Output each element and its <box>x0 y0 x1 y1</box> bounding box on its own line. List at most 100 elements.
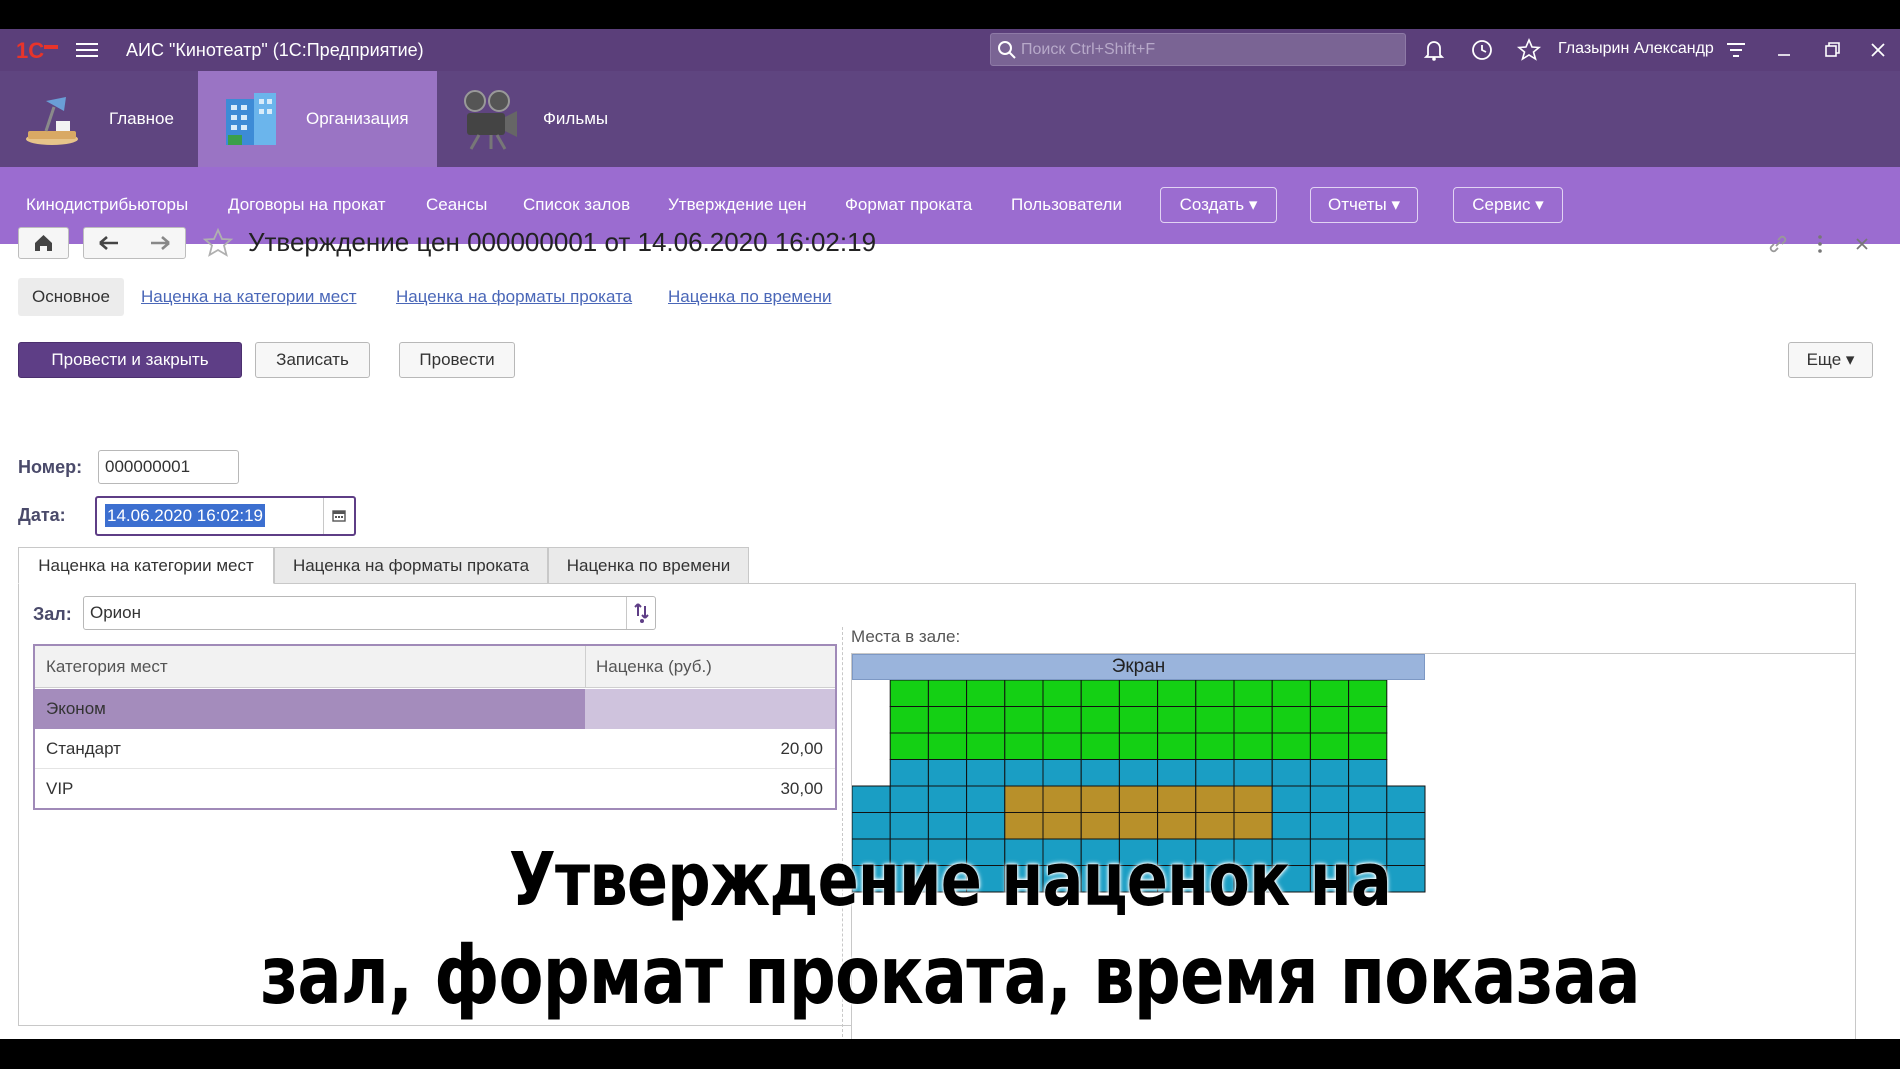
column-header-markup[interactable]: Наценка (руб.) <box>596 657 712 677</box>
seat[interactable] <box>1118 732 1159 760</box>
seat[interactable] <box>1080 706 1120 734</box>
seat[interactable] <box>1004 732 1044 760</box>
section-main[interactable]: Главное <box>0 71 198 167</box>
number-field[interactable]: 000000001 <box>98 450 239 484</box>
seat[interactable] <box>1195 706 1235 734</box>
seat[interactable] <box>1004 812 1044 840</box>
seat[interactable] <box>1195 812 1235 840</box>
post-and-close-button[interactable]: Провести и закрыть <box>18 342 242 378</box>
search-box[interactable] <box>990 33 1406 66</box>
seat[interactable] <box>1042 732 1082 760</box>
seat[interactable] <box>1195 759 1235 787</box>
seat[interactable] <box>1080 759 1120 787</box>
more-actions-button[interactable]: Еще ▾ <box>1788 342 1873 378</box>
tab-main[interactable]: Основное <box>18 278 124 316</box>
seat[interactable] <box>889 785 929 813</box>
seat[interactable] <box>1195 785 1235 813</box>
seat[interactable] <box>1080 680 1120 707</box>
seat[interactable] <box>966 680 1006 707</box>
nav-distributors[interactable]: Кинодистрибьюторы <box>26 195 188 215</box>
seat[interactable] <box>1157 812 1197 840</box>
seat[interactable] <box>1233 732 1273 760</box>
home-button[interactable] <box>18 227 69 259</box>
create-menu-button[interactable]: Создать ▾ <box>1160 187 1277 223</box>
seat[interactable] <box>1004 706 1044 734</box>
seat[interactable] <box>1271 706 1311 734</box>
menu-icon[interactable] <box>76 40 98 60</box>
seat[interactable] <box>1118 706 1159 734</box>
reports-menu-button[interactable]: Отчеты ▾ <box>1310 187 1418 223</box>
nav-halls-list[interactable]: Список залов <box>523 195 630 215</box>
seat[interactable] <box>1233 785 1273 813</box>
service-menu-button[interactable]: Сервис ▾ <box>1453 187 1563 223</box>
nav-rental-format[interactable]: Формат проката <box>845 195 972 215</box>
more-vertical-icon[interactable] <box>1808 232 1832 256</box>
seat[interactable] <box>1042 680 1082 707</box>
seat[interactable] <box>1348 706 1388 734</box>
table-row[interactable]: Стандарт 20,00 <box>35 729 835 769</box>
nav-sessions[interactable]: Сеансы <box>426 195 487 215</box>
seat[interactable] <box>1348 732 1388 760</box>
section-films[interactable]: Фильмы <box>437 71 657 167</box>
seat[interactable] <box>1004 680 1044 707</box>
seat[interactable] <box>1157 680 1197 707</box>
seat[interactable] <box>1080 785 1120 813</box>
seat[interactable] <box>1348 759 1388 787</box>
seat[interactable] <box>1309 680 1350 707</box>
search-input[interactable] <box>1021 34 1401 65</box>
close-icon[interactable] <box>1865 37 1891 63</box>
seat[interactable] <box>1309 785 1350 813</box>
seat[interactable] <box>1309 732 1350 760</box>
minimize-icon[interactable] <box>1771 37 1797 63</box>
user-name[interactable]: Глазырин Александр <box>1558 40 1714 58</box>
seat[interactable] <box>1118 812 1159 840</box>
seat[interactable] <box>1233 680 1273 707</box>
seat[interactable] <box>1080 732 1120 760</box>
nav-price-approval[interactable]: Утверждение цен <box>668 195 807 215</box>
seat[interactable] <box>1118 680 1159 707</box>
seat[interactable] <box>966 706 1006 734</box>
table-row[interactable]: VIP 30,00 <box>35 769 835 809</box>
seat[interactable] <box>927 706 968 734</box>
seat[interactable] <box>1195 732 1235 760</box>
seat[interactable] <box>889 759 929 787</box>
1c-logo-icon[interactable]: 1С <box>16 37 60 63</box>
seat[interactable] <box>927 680 968 707</box>
seat[interactable] <box>1386 785 1426 813</box>
seat[interactable] <box>1042 706 1082 734</box>
table-row[interactable]: Эконом <box>35 689 835 729</box>
seat[interactable] <box>1004 759 1044 787</box>
history-icon[interactable] <box>1469 37 1495 63</box>
seat[interactable] <box>1348 812 1388 840</box>
seat[interactable] <box>1348 680 1388 707</box>
seat[interactable] <box>927 732 968 760</box>
tab-time-markup[interactable]: Наценка по времени <box>668 278 831 316</box>
seat[interactable] <box>1042 759 1082 787</box>
seat[interactable] <box>1309 706 1350 734</box>
tab-seat-category-markup[interactable]: Наценка на категории мест <box>141 278 357 316</box>
filter-icon[interactable] <box>1723 37 1749 63</box>
seat[interactable] <box>1004 785 1044 813</box>
star-icon[interactable] <box>1516 37 1542 63</box>
seat[interactable] <box>1271 680 1311 707</box>
seat[interactable] <box>1233 812 1273 840</box>
seat[interactable] <box>927 759 968 787</box>
seat[interactable] <box>1233 759 1273 787</box>
seat[interactable] <box>1309 759 1350 787</box>
seat[interactable] <box>1080 812 1120 840</box>
seat[interactable] <box>966 812 1006 840</box>
section-organization[interactable]: Организация <box>198 71 437 167</box>
nav-users[interactable]: Пользователи <box>1011 195 1122 215</box>
seat[interactable] <box>1118 785 1159 813</box>
close-form-icon[interactable] <box>1850 232 1874 256</box>
seat[interactable] <box>889 732 929 760</box>
seat[interactable] <box>966 785 1006 813</box>
seat[interactable] <box>1271 759 1311 787</box>
hall-field[interactable]: Орион <box>83 596 656 630</box>
seat[interactable] <box>1157 706 1197 734</box>
seat[interactable] <box>1233 706 1273 734</box>
seat[interactable] <box>1157 759 1197 787</box>
seat[interactable] <box>889 706 929 734</box>
seat[interactable] <box>1309 812 1350 840</box>
seat[interactable] <box>852 785 891 813</box>
